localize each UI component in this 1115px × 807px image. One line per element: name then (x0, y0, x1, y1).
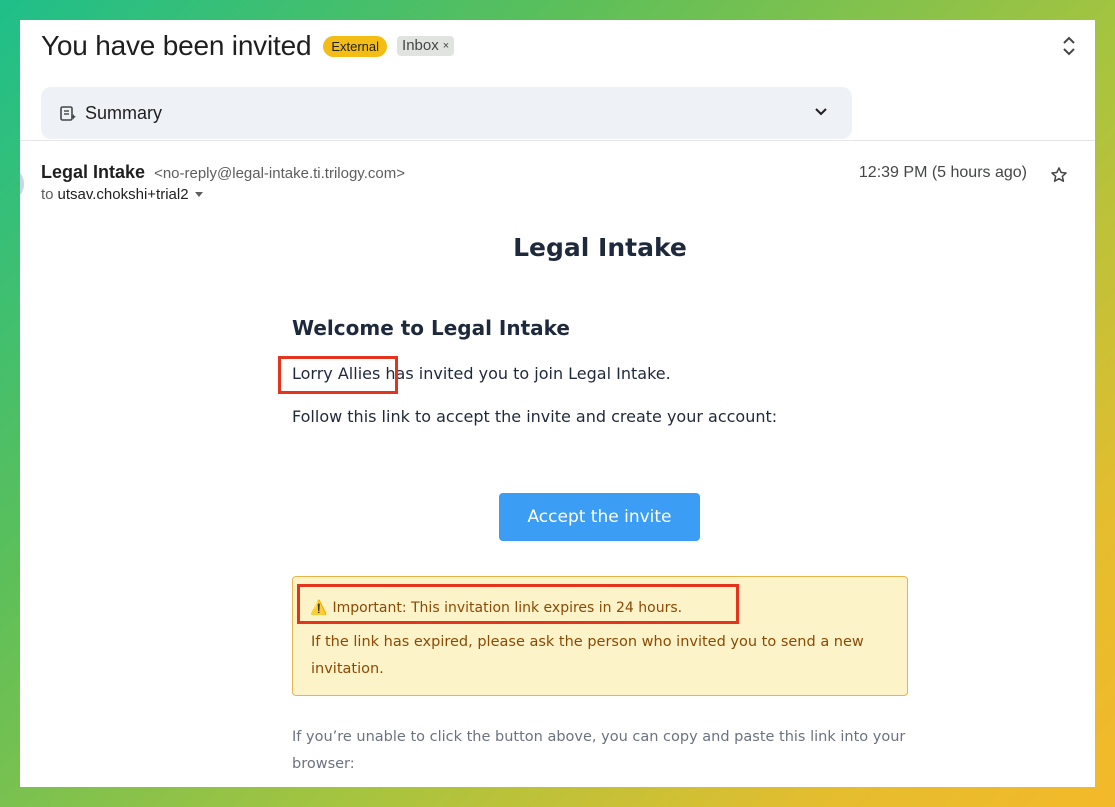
sender-name[interactable]: Legal Intake (41, 162, 145, 182)
welcome-heading: Welcome to Legal Intake (292, 316, 570, 340)
accept-invite-button[interactable]: Accept the invite (499, 493, 700, 541)
invited-line: Lorry Allies has invited you to join Leg… (292, 364, 671, 383)
important-line: ⚠️ Important: This invitation link expire… (310, 600, 682, 616)
summary-sparkle-icon (60, 106, 76, 121)
sender-email: <no-reply@legal-intake.ti.trilogy.com> (154, 165, 405, 182)
chevron-down-icon[interactable] (812, 103, 830, 121)
up-down-chevron-icon[interactable] (1061, 34, 1077, 58)
external-label-chip: External (323, 35, 388, 57)
summary-label: Summary (85, 102, 163, 123)
expiry-notice: ⚠️ Important: This invitation link expire… (292, 576, 908, 696)
message-time: 12:39 PM (5 hours ago) (858, 164, 1027, 181)
sender-row: Legal Intake <no-reply@legal-intake.ti.t… (41, 162, 405, 183)
recipient-name: utsav.chokshi+trial2 (57, 186, 189, 203)
to-label: to (41, 186, 54, 203)
subject-row: You have been invited External Inbox × (41, 28, 455, 64)
star-icon[interactable] (1049, 165, 1069, 185)
brand-title: Legal Intake (513, 233, 687, 262)
important-text: Important: This invitation link expires … (332, 600, 683, 616)
expired-text: If the link has expired, please ask the … (311, 634, 864, 677)
remove-label-icon[interactable]: × (443, 37, 449, 55)
email-window: You have been invited External Inbox × S… (20, 20, 1095, 787)
fallback-instructions: If you’re unable to click the button abo… (292, 729, 906, 772)
inbox-label-text: Inbox (402, 37, 439, 54)
recipient-details-caret-icon[interactable] (194, 192, 203, 197)
recipient-row: to utsav.chokshi+trial2 (41, 186, 203, 203)
inviter-name: Lorry Allies (292, 364, 381, 383)
inbox-label-chip[interactable]: Inbox × (397, 36, 455, 56)
avatar (20, 170, 24, 198)
summary-panel[interactable]: Summary (41, 87, 852, 139)
warning-icon: ⚠️ (310, 600, 328, 616)
email-subject: You have been invited (41, 30, 312, 61)
header-divider (20, 140, 1095, 141)
follow-link-text: Follow this link to accept the invite an… (292, 407, 778, 426)
invited-text: has invited you to join Legal Intake. (380, 364, 671, 383)
